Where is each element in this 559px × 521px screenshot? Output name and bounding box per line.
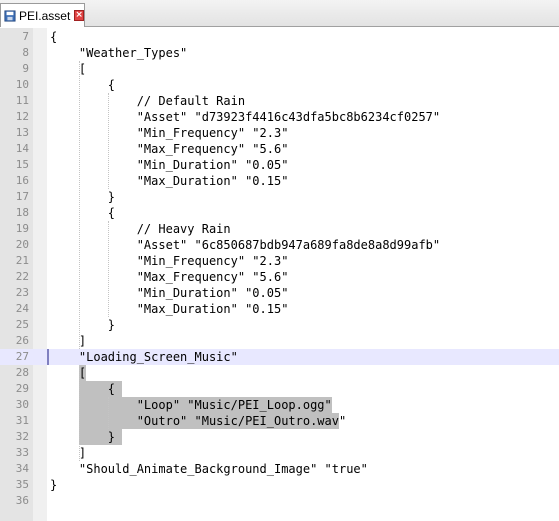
indent-guide — [78, 61, 80, 349]
code-line[interactable]: 13 "Min_Frequency" "2.3" — [0, 125, 559, 141]
line-number: 33 — [15, 446, 29, 459]
code-text: ] — [50, 334, 87, 348]
line-number: 18 — [15, 206, 29, 219]
code-text: "Min_Duration" "0.05" — [50, 158, 289, 172]
indent-guide — [78, 365, 80, 461]
line-number: 36 — [15, 494, 29, 507]
code-text: { — [50, 382, 116, 396]
code-text: "Min_Frequency" "2.3" — [50, 254, 289, 268]
code-text: { — [50, 30, 58, 44]
line-number: 25 — [15, 318, 29, 331]
line-number: 8 — [22, 46, 29, 59]
code-text: } — [50, 430, 116, 444]
line-number: 12 — [15, 110, 29, 123]
line-number: 27 — [15, 350, 29, 363]
line-number: 35 — [15, 478, 29, 491]
line-number: 14 — [15, 142, 29, 155]
code-line[interactable]: 11 // Default Rain — [0, 93, 559, 109]
line-number: 30 — [15, 398, 29, 411]
line-number: 17 — [15, 190, 29, 203]
line-number: 26 — [15, 334, 29, 347]
code-text: "Outro" "Music/PEI_Outro.wav" — [50, 414, 347, 428]
code-text: "Min_Frequency" "2.3" — [50, 126, 289, 140]
code-text: [ — [50, 62, 87, 76]
code-text: { — [50, 78, 116, 92]
code-text: } — [50, 190, 116, 204]
code-text: "Max_Duration" "0.15" — [50, 302, 289, 316]
code-line[interactable]: 9 [ — [0, 61, 559, 77]
indent-guide — [107, 397, 109, 429]
code-text: "Min_Duration" "0.05" — [50, 286, 289, 300]
line-number: 28 — [15, 366, 29, 379]
code-text: "Should_Animate_Background_Image" "true" — [50, 462, 368, 476]
code-text: ] — [50, 446, 87, 460]
code-text: { — [50, 206, 116, 220]
line-number: 19 — [15, 222, 29, 235]
line-number: 16 — [15, 174, 29, 187]
code-line[interactable]: 34 "Should_Animate_Background_Image" "tr… — [0, 461, 559, 477]
line-number: 31 — [15, 414, 29, 427]
code-text: "Max_Frequency" "5.6" — [50, 142, 289, 156]
line-number: 7 — [22, 30, 29, 43]
code-text: [ — [50, 366, 87, 380]
code-line[interactable]: 15 "Min_Duration" "0.05" — [0, 157, 559, 173]
line-number: 11 — [15, 94, 29, 107]
code-line[interactable]: 22 "Max_Frequency" "5.6" — [0, 269, 559, 285]
code-line[interactable]: 21 "Min_Frequency" "2.3" — [0, 253, 559, 269]
code-text: "Max_Duration" "0.15" — [50, 174, 289, 188]
code-line[interactable]: 30 "Loop" "Music/PEI_Loop.ogg" — [0, 397, 559, 413]
code-text: "Max_Frequency" "5.6" — [50, 270, 289, 284]
code-text: "Loop" "Music/PEI_Loop.ogg" — [50, 398, 332, 412]
code-line[interactable]: 28 [ — [0, 365, 559, 381]
code-line[interactable]: 31 "Outro" "Music/PEI_Outro.wav" — [0, 413, 559, 429]
current-line-marker — [47, 349, 49, 365]
code-text: // Heavy Rain — [50, 222, 231, 236]
code-text: } — [50, 478, 58, 492]
tab-bar: PEI.asset × — [0, 0, 559, 27]
code-line[interactable]: 10 { — [0, 77, 559, 93]
code-text: } — [50, 318, 116, 332]
indent-guide — [107, 93, 109, 189]
code-line[interactable]: 20 "Asset" "6c850687bdb947a689fa8de8a8d9… — [0, 237, 559, 253]
code-line[interactable]: 24 "Max_Duration" "0.15" — [0, 301, 559, 317]
code-line[interactable]: 25 } — [0, 317, 559, 333]
code-line[interactable]: 14 "Max_Frequency" "5.6" — [0, 141, 559, 157]
close-icon[interactable]: × — [74, 10, 84, 21]
code-line[interactable]: 12 "Asset" "d73923f4416c43dfa5bc8b6234cf… — [0, 109, 559, 125]
tab-pei-asset[interactable]: PEI.asset × — [0, 3, 85, 27]
line-number: 15 — [15, 158, 29, 171]
line-number: 20 — [15, 238, 29, 251]
line-number: 24 — [15, 302, 29, 315]
line-number: 32 — [15, 430, 29, 443]
line-number: 34 — [15, 462, 29, 475]
code-editor[interactable]: 7{8 "Weather_Types" 9 [10 {11 // Default … — [0, 28, 559, 521]
code-line[interactable]: 33 ] — [0, 445, 559, 461]
code-line[interactable]: 17 } — [0, 189, 559, 205]
line-number: 9 — [22, 62, 29, 75]
code-line[interactable]: 8 "Weather_Types" — [0, 45, 559, 61]
code-text: "Weather_Types" — [50, 46, 188, 60]
code-text: "Loading_Screen_Music" — [50, 350, 238, 364]
code-line[interactable]: 7{ — [0, 29, 559, 45]
tab-label: PEI.asset — [18, 8, 71, 23]
code-line[interactable]: 19 // Heavy Rain — [0, 221, 559, 237]
line-number: 21 — [15, 254, 29, 267]
file-save-icon — [4, 9, 16, 22]
code-line[interactable]: 26 ] — [0, 333, 559, 349]
code-line[interactable]: 29 { — [0, 381, 559, 397]
code-line[interactable]: 23 "Min_Duration" "0.05" — [0, 285, 559, 301]
line-number: 13 — [15, 126, 29, 139]
code-line[interactable]: 16 "Max_Duration" "0.15" — [0, 173, 559, 189]
line-number: 29 — [15, 382, 29, 395]
indent-guide — [107, 221, 109, 317]
line-number: 23 — [15, 286, 29, 299]
code-line[interactable]: 36 — [0, 493, 559, 509]
code-line[interactable]: 35} — [0, 477, 559, 493]
code-line[interactable]: 18 { — [0, 205, 559, 221]
code-line[interactable]: 32 } — [0, 429, 559, 445]
code-line[interactable]: 27 "Loading_Screen_Music" — [0, 349, 559, 365]
line-number: 22 — [15, 270, 29, 283]
line-number: 10 — [15, 78, 29, 91]
